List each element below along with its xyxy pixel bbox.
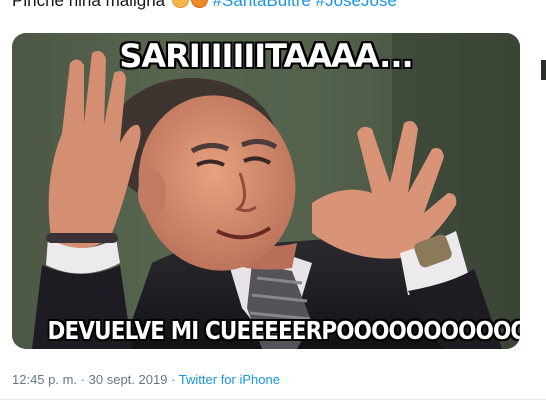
meme-photo [12, 33, 520, 349]
tweet-text: Pinche niña maligna #SantaBuitre #JoseJo… [12, 0, 397, 13]
tweet-metadata: 12:45 p. m. · 30 sept. 2019 · Twitter fo… [12, 372, 280, 387]
tweet-timestamp-link[interactable]: 12:45 p. m. · 30 sept. 2019 [12, 372, 167, 387]
meta-separator: · [171, 372, 176, 387]
hashtag-santabuitre-link[interactable]: #SantaBuitre [213, 0, 311, 10]
hashtag-josejose-link[interactable]: #JoseJose [316, 0, 397, 10]
scrollbar-fragment [541, 60, 546, 80]
meme-caption-top: SARIIIIIIITAAAA... [119, 37, 413, 75]
devil-emoji-icon [190, 0, 208, 8]
tweet-source-link[interactable]: Twitter for iPhone [179, 372, 280, 387]
divider [0, 399, 546, 400]
meme-caption-bottom: DEVUELVE MI CUEEEEERPOOOOOOOOOOOO.... [47, 316, 520, 345]
tweet-date: 30 sept. 2019 [88, 372, 168, 387]
tweet-media-image[interactable]: SARIIIIIIITAAAA... DEVUELVE MI CUEEEEERP… [12, 33, 520, 349]
tweet-body-text: Pinche niña maligna [12, 0, 166, 10]
tweet-time: 12:45 p. m. [12, 372, 78, 387]
meta-separator: · [80, 372, 86, 387]
smiling-face-emoji-icon [171, 0, 189, 8]
